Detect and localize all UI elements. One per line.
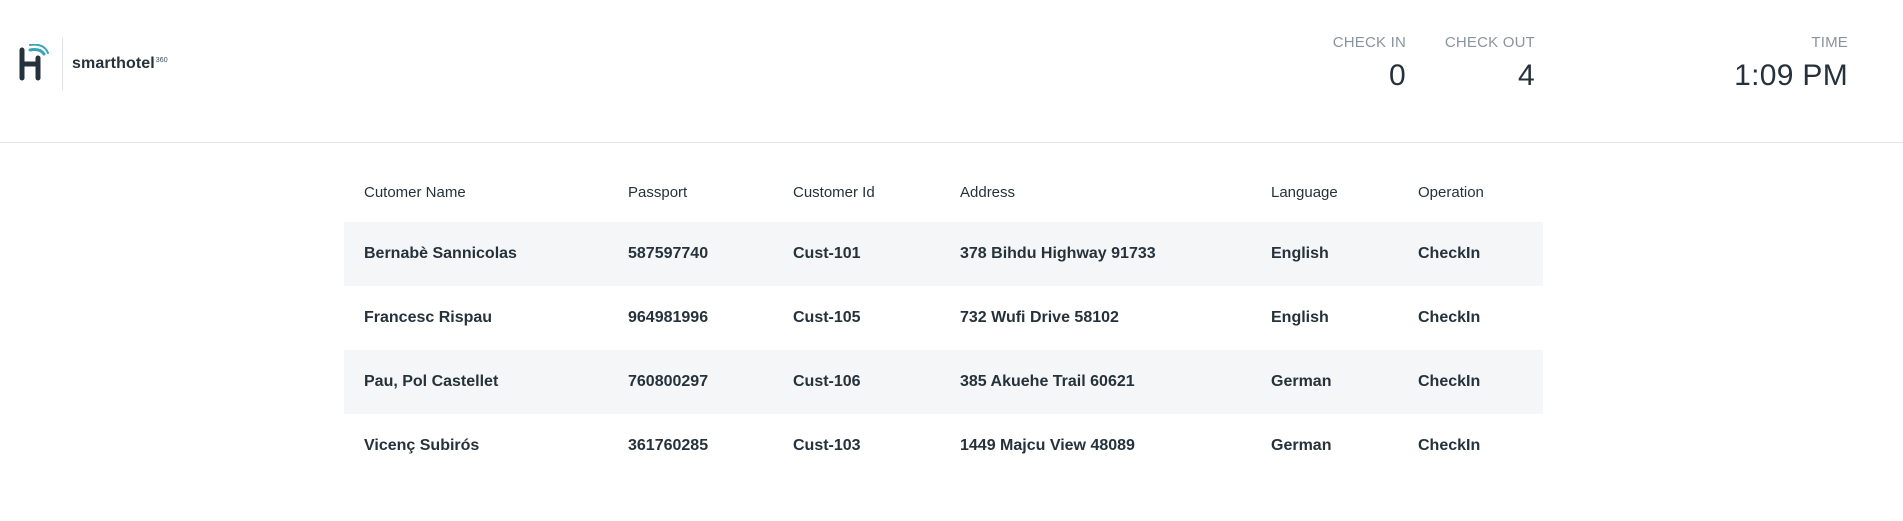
cell-address: 378 Bihdu Highway 91733: [960, 245, 1156, 262]
brand-name: smarthotel360: [72, 55, 168, 73]
check-out-label: CHECK OUT: [1444, 34, 1535, 51]
column-header-language[interactable]: Language: [1251, 162, 1398, 222]
cell-operation[interactable]: CheckIn: [1398, 286, 1543, 350]
column-header-address[interactable]: Address: [940, 162, 1251, 222]
check-in-label: CHECK IN: [1332, 34, 1406, 51]
cell-customer-id: Cust-101: [793, 245, 861, 262]
cell-language: English: [1271, 245, 1329, 262]
app-header: smarthotel360 CHECK IN 0 CHECK OUT 4 TIM…: [0, 0, 1903, 143]
brand-superscript: 360: [155, 56, 168, 64]
logo-divider: [62, 38, 63, 90]
cell-customer-id: Cust-105: [793, 309, 861, 326]
table-row[interactable]: Bernabè Sannicolas 587597740 Cust-101 37…: [344, 222, 1543, 286]
cell-customer-name: Bernabè Sannicolas: [364, 245, 517, 262]
cell-address: 385 Akuehe Trail 60621: [960, 373, 1135, 390]
cell-passport: 587597740: [628, 245, 709, 262]
column-header-customer-name[interactable]: Cutomer Name: [344, 162, 608, 222]
cell-customer-id: Cust-106: [793, 373, 861, 390]
table-header-row: Cutomer Name Passport Customer Id Addres…: [344, 162, 1543, 222]
customers-table: Cutomer Name Passport Customer Id Addres…: [344, 162, 1543, 478]
cell-customer-id: Cust-103: [793, 437, 861, 454]
cell-customer-name: Pau, Pol Castellet: [364, 373, 499, 390]
cell-address: 732 Wufi Drive 58102: [960, 309, 1119, 326]
cell-operation[interactable]: CheckIn: [1398, 222, 1543, 286]
cell-passport: 760800297: [628, 373, 709, 390]
column-header-operation[interactable]: Operation: [1398, 162, 1543, 222]
cell-customer-name: Francesc Rispau: [364, 309, 493, 326]
table-row[interactable]: Pau, Pol Castellet 760800297 Cust-106 38…: [344, 350, 1543, 414]
time-value: 1:09 PM: [1734, 59, 1848, 92]
cell-language: German: [1271, 373, 1332, 390]
brand-name-text: smarthotel: [72, 55, 155, 72]
time-stat: TIME 1:09 PM: [1734, 34, 1848, 93]
customers-table-container: Cutomer Name Passport Customer Id Addres…: [344, 162, 1543, 478]
table-row[interactable]: Francesc Rispau 964981996 Cust-105 732 W…: [344, 286, 1543, 350]
cell-passport: 361760285: [628, 437, 709, 454]
check-in-stat: CHECK IN 0: [1333, 34, 1406, 93]
column-header-customer-id[interactable]: Customer Id: [773, 162, 940, 222]
cell-passport: 964981996: [628, 309, 709, 326]
check-out-count: 4: [1518, 59, 1535, 92]
cell-customer-name: Vicenç Subirós: [364, 437, 480, 454]
check-out-stat: CHECK OUT 4: [1445, 34, 1535, 93]
check-in-count: 0: [1389, 59, 1406, 92]
brand-logo[interactable]: smarthotel360: [16, 38, 168, 90]
cell-address: 1449 Majcu View 48089: [960, 437, 1135, 454]
cell-operation[interactable]: CheckIn: [1398, 414, 1543, 478]
column-header-passport[interactable]: Passport: [608, 162, 773, 222]
cell-language: English: [1271, 309, 1329, 326]
time-label: TIME: [1811, 34, 1848, 51]
smarthotel-logo-icon: [16, 40, 50, 88]
cell-language: German: [1271, 437, 1332, 454]
table-row[interactable]: Vicenç Subirós 361760285 Cust-103 1449 M…: [344, 414, 1543, 478]
cell-operation[interactable]: CheckIn: [1398, 350, 1543, 414]
